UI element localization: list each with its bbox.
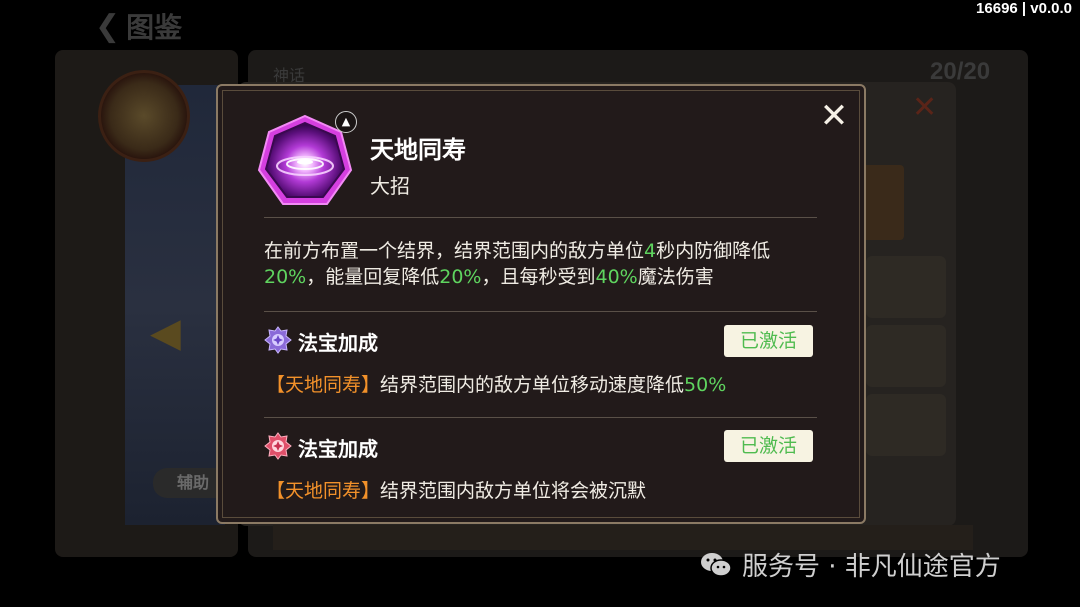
skill-description: 在前方布置一个结界，结界范围内的敌方单位4秒内防御降低 20%，能量回复降低20%… <box>264 238 824 290</box>
desc-highlight: 20% <box>439 266 482 288</box>
background-close-icon: ✕ <box>912 90 938 125</box>
background-title: 图鉴 <box>126 11 183 44</box>
back-arrow-icon[interactable]: ❮ <box>95 9 120 44</box>
divider <box>264 311 817 312</box>
bonus-title: 法宝加成 <box>298 331 378 355</box>
background-card <box>866 394 946 456</box>
desc-part: ，能量回复降低 <box>306 266 440 288</box>
background-emblem-icon <box>98 70 190 162</box>
watermark-text: 服务号 · 非凡仙途官方 <box>742 552 1001 582</box>
bonus-skill-ref: 【天地同寿】 <box>266 374 381 396</box>
bonus-text: 结界范围内敌方单位将会被沉默 <box>380 480 647 502</box>
background-card <box>866 256 946 318</box>
divider <box>264 417 817 418</box>
desc-highlight: 20% <box>264 266 307 288</box>
desc-highlight: 4 <box>644 240 657 262</box>
bonus-title: 法宝加成 <box>298 437 378 461</box>
divider <box>264 217 817 218</box>
desc-part: ，且每秒受到 <box>481 266 596 288</box>
status-badge: 已激活 <box>724 430 813 462</box>
bonus-value: 50% <box>684 374 727 396</box>
skill-type: 大招 <box>370 174 410 198</box>
skill-name: 天地同寿 <box>370 136 466 164</box>
version-label: 16696 | v0.0.0 <box>976 0 1072 17</box>
bonus-skill-ref: 【天地同寿】 <box>266 480 381 502</box>
wechat-icon <box>701 552 732 577</box>
background-header: ❮ 图鉴 <box>95 6 182 46</box>
background-prev-arrow-icon[interactable]: ◀ <box>150 310 181 356</box>
chevron-up-icon[interactable]: ▲ <box>335 111 357 133</box>
desc-part: 在前方布置一个结界，结界范围内的敌方单位 <box>264 240 645 262</box>
background-card <box>866 325 946 387</box>
background-card <box>860 165 904 240</box>
desc-part: 秒内防御降低 <box>656 240 771 262</box>
purple-treasure-icon <box>264 326 292 354</box>
bonus-description: 【天地同寿】结界范围内的敌方单位移动速度降低50% <box>266 370 726 397</box>
desc-part: 魔法伤害 <box>637 266 714 288</box>
bonus-description: 【天地同寿】结界范围内敌方单位将会被沉默 <box>266 476 646 503</box>
watermark: 服务号 · 非凡仙途官方 <box>700 546 1001 583</box>
bonus-text: 结界范围内的敌方单位移动速度降低 <box>380 374 685 396</box>
close-icon[interactable]: ✕ <box>818 99 850 133</box>
red-treasure-icon <box>264 432 292 460</box>
status-badge: 已激活 <box>724 325 813 357</box>
desc-highlight: 40% <box>595 266 638 288</box>
